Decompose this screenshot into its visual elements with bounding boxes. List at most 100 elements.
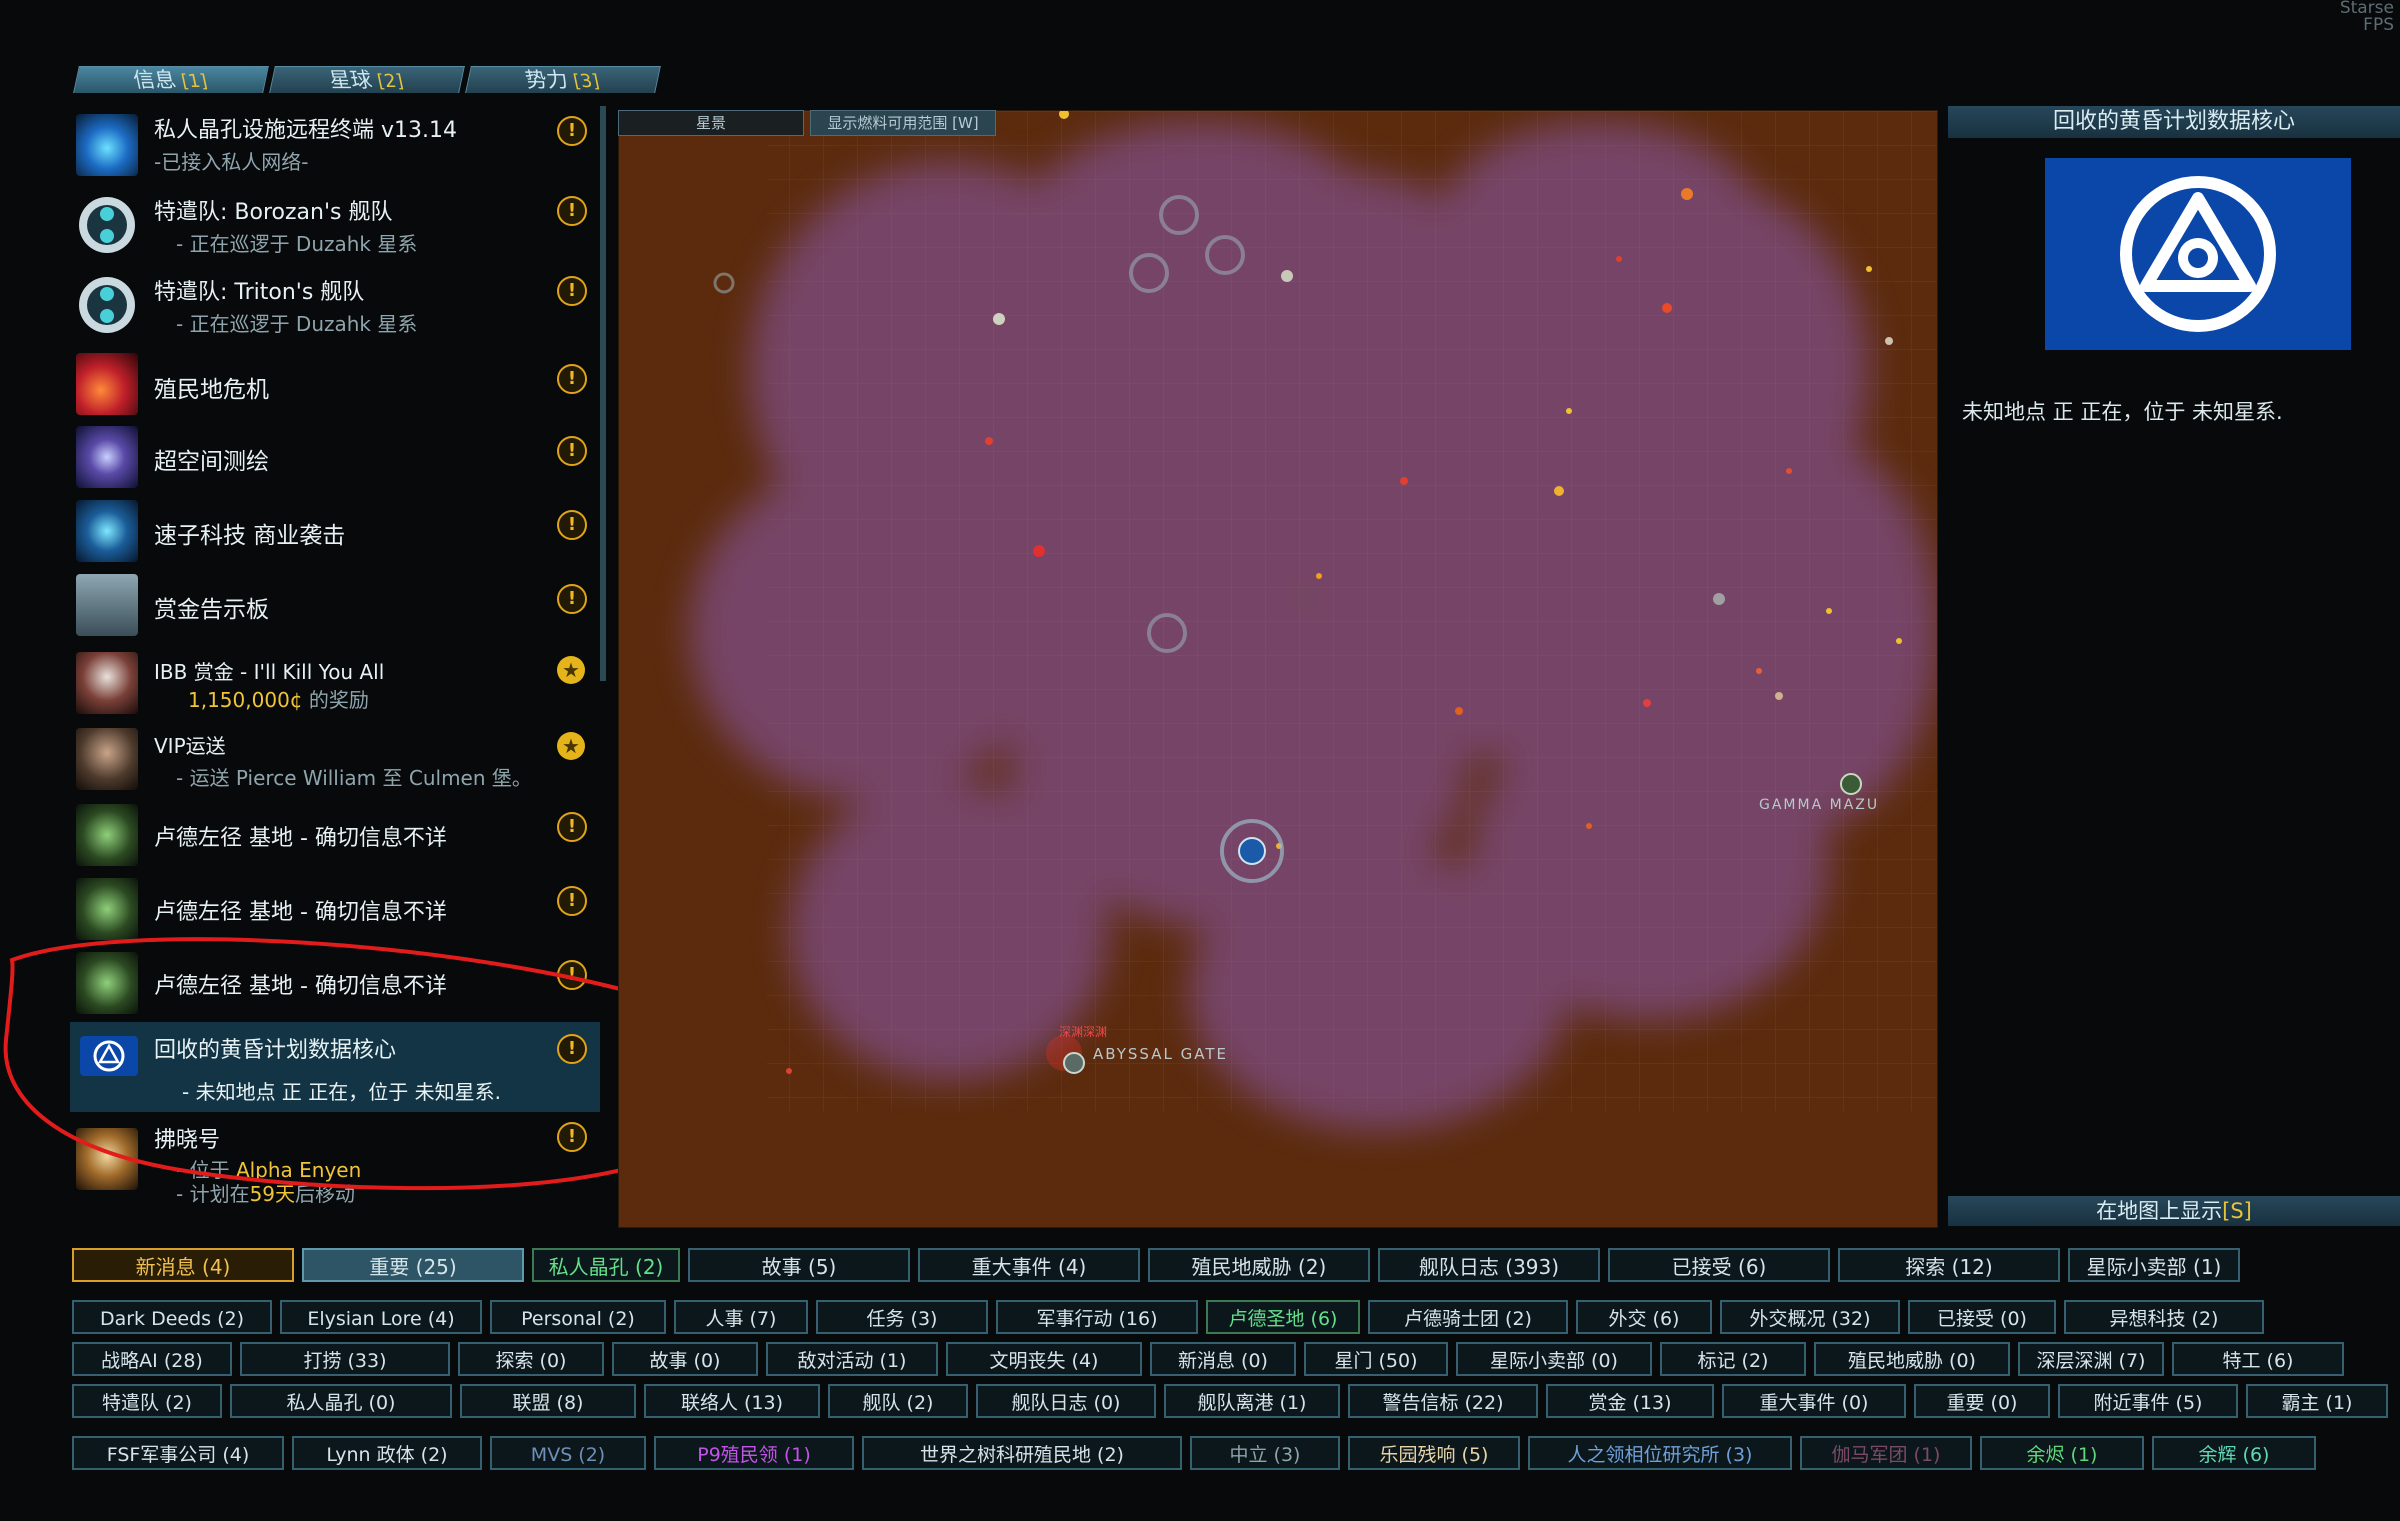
task-force-icon: [76, 194, 138, 256]
bounty-amount: 1,150,000¢: [188, 688, 303, 712]
tachyon-raid-icon: [76, 500, 138, 562]
intel-item[interactable]: 赏金告示板 !: [70, 570, 600, 642]
filter-important-2[interactable]: 重要 (0): [1914, 1384, 2050, 1418]
filter-knights-of-ludd[interactable]: 卢德骑士团 (2): [1368, 1300, 1568, 1334]
filter-shop[interactable]: 星际小卖部 (1): [2068, 1248, 2240, 1282]
filter-fleet-departure[interactable]: 舰队离港 (1): [1164, 1384, 1340, 1418]
filter-personal[interactable]: Personal (2): [490, 1300, 666, 1334]
filter-whimsy-tech[interactable]: 异想科技 (2): [2064, 1300, 2264, 1334]
filter-shop-2[interactable]: 星际小卖部 (0): [1456, 1342, 1652, 1376]
intel-item[interactable]: 超空间测绘 !: [70, 422, 600, 494]
filter-hegemony[interactable]: 霸主 (1): [2246, 1384, 2388, 1418]
filter-faction-afterglow[interactable]: 余辉 (6): [2152, 1436, 2316, 1470]
filter-colony-threat-2[interactable]: 殖民地威胁 (0): [1814, 1342, 2010, 1376]
filter-stargate[interactable]: 星门 (50): [1304, 1342, 1448, 1376]
filter-exploration-2[interactable]: 探索 (0): [458, 1342, 604, 1376]
intel-item-title: 卢德左径 基地 - 确切信息不详: [154, 900, 447, 925]
show-on-map-label: 在地图上显示: [2096, 1199, 2223, 1223]
filter-fleet-log-2[interactable]: 舰队日志 (0): [976, 1384, 1156, 1418]
filter-agents[interactable]: 特工 (6): [2172, 1342, 2344, 1376]
intel-item-sub: - 运送 Pierce William 至 Culmen 堡。: [176, 766, 532, 790]
filter-major-events-2[interactable]: 重大事件 (0): [1722, 1384, 1906, 1418]
filter-luddic-shrine[interactable]: 卢德圣地 (6): [1206, 1300, 1360, 1334]
filter-faction-p9[interactable]: P9殖民领 (1): [654, 1436, 854, 1470]
important-icon: !: [557, 436, 587, 466]
filter-bounty[interactable]: 赏金 (13): [1546, 1384, 1714, 1418]
intel-item[interactable]: 速子科技 商业袭击 !: [70, 496, 600, 568]
filter-military-ops[interactable]: 军事行动 (16): [996, 1300, 1198, 1334]
intel-item[interactable]: 私人晶孔设施远程终端 v13.14 -已接入私人网络- !: [70, 106, 600, 182]
filter-diplomacy[interactable]: 外交 (6): [1576, 1300, 1712, 1334]
tab-planets[interactable]: 星球[2]: [269, 66, 465, 93]
filter-elysian-lore[interactable]: Elysian Lore (4): [280, 1300, 482, 1334]
filter-salvage[interactable]: 打捞 (33): [240, 1342, 450, 1376]
luddic-base-icon: [76, 804, 138, 866]
filter-hostile-activity[interactable]: 敌对活动 (1): [766, 1342, 938, 1376]
map-canvas: [689, 111, 1937, 1131]
tab-factions-label: 势力: [523, 68, 571, 92]
filter-private-gate-2[interactable]: 私人晶孔 (0): [230, 1384, 452, 1418]
filter-deep-abyss[interactable]: 深层深渊 (7): [2018, 1342, 2164, 1376]
intel-item-sub: - 正在巡逻于 Duzahk 星系: [176, 232, 418, 256]
intel-item[interactable]: VIP运送 - 运送 Pierce William 至 Culmen 堡。 ★: [70, 720, 600, 798]
filter-fleets[interactable]: 舰队 (2): [828, 1384, 968, 1418]
intel-item[interactable]: IBB 赏金 - I'll Kill You All 1,150,000¢ 的奖…: [70, 644, 600, 722]
tab-intel[interactable]: 信息[1]: [73, 66, 269, 93]
tab-factions-hotkey: [3]: [571, 71, 602, 92]
show-on-map-button[interactable]: 在地图上显示[S]: [1948, 1196, 2400, 1226]
filter-faction-worldtree[interactable]: 世界之树科研殖民地 (2): [862, 1436, 1182, 1470]
star-icon: ★: [557, 656, 585, 684]
filter-nearby-events[interactable]: 附近事件 (5): [2058, 1384, 2238, 1418]
filter-personnel[interactable]: 人事 (7): [674, 1300, 808, 1334]
intel-item-title: 特遣队: Triton's 舰队: [154, 280, 365, 305]
filter-faction-neutral[interactable]: 中立 (3): [1190, 1436, 1340, 1470]
abyssal-gate-icon: [1063, 1052, 1085, 1074]
abyssal-gate-label[interactable]: ABYSSAL GATE: [1093, 1045, 1228, 1063]
gamma-mazu-label[interactable]: GAMMA MAZU: [1759, 797, 1879, 813]
filter-accepted[interactable]: 已接受 (6): [1608, 1248, 1830, 1282]
filter-important[interactable]: 重要 (25): [302, 1248, 524, 1282]
map-tab-fuel-range[interactable]: 显示燃料可用范围 [W]: [810, 110, 996, 136]
filter-dark-deeds[interactable]: Dark Deeds (2): [72, 1300, 272, 1334]
intel-item-title: 超空间测绘: [154, 449, 269, 475]
filter-area: 新消息 (4) 重要 (25) 私人晶孔 (2) 故事 (5) 重大事件 (4)…: [70, 1248, 2400, 1508]
filter-faction-lynn[interactable]: Lynn 政体 (2): [292, 1436, 482, 1470]
filter-task-force[interactable]: 特遣队 (2): [72, 1384, 222, 1418]
filter-strategic-ai[interactable]: 战略AI (28): [72, 1342, 232, 1376]
list-scrollbar[interactable]: [600, 106, 606, 681]
bounty-board-icon: [76, 574, 138, 636]
filter-markers[interactable]: 标记 (2): [1660, 1342, 1806, 1376]
filter-colony-threat[interactable]: 殖民地威胁 (2): [1148, 1248, 1370, 1282]
intel-item[interactable]: 殖民地危机 !: [70, 348, 600, 420]
filter-faction-gamma-legion[interactable]: 伽马军团 (1): [1800, 1436, 1972, 1470]
filter-faction-mvs[interactable]: MVS (2): [490, 1436, 646, 1470]
filter-warning-beacon[interactable]: 警告信标 (22): [1348, 1384, 1538, 1418]
star-map[interactable]: 深渊深渊 ABYSSAL GATE GAMMA MAZU: [618, 110, 1938, 1228]
filter-faction-embers[interactable]: 余烬 (1): [1980, 1436, 2144, 1470]
tab-factions[interactable]: 势力[3]: [465, 66, 661, 93]
filter-contacts[interactable]: 联络人 (13): [644, 1384, 820, 1418]
filter-faction-fsf[interactable]: FSF军事公司 (4): [72, 1436, 284, 1470]
filter-new-messages[interactable]: 新消息 (4): [72, 1248, 294, 1282]
filter-private-gate[interactable]: 私人晶孔 (2): [532, 1248, 680, 1282]
intel-item[interactable]: 特遣队: Triton's 舰队 - 正在巡逻于 Duzahk 星系 !: [70, 266, 600, 344]
filter-accepted-2[interactable]: 已接受 (0): [1908, 1300, 2056, 1334]
filter-story-2[interactable]: 故事 (0): [612, 1342, 758, 1376]
hyperspace-icon: [76, 426, 138, 488]
filter-exploration[interactable]: 探索 (12): [1838, 1248, 2060, 1282]
filter-fleet-log[interactable]: 舰队日志 (393): [1378, 1248, 1600, 1282]
intel-item[interactable]: 卢德左径 基地 - 确切信息不详 !: [70, 798, 600, 870]
filter-civ-lost[interactable]: 文明丧失 (4): [946, 1342, 1142, 1376]
filter-diplomacy-overview[interactable]: 外交概况 (32): [1720, 1300, 1900, 1334]
filter-missions[interactable]: 任务 (3): [816, 1300, 988, 1334]
intel-item[interactable]: 特遣队: Borozan's 舰队 - 正在巡逻于 Duzahk 星系 !: [70, 186, 600, 264]
filter-story[interactable]: 故事 (5): [688, 1248, 910, 1282]
filter-alliance[interactable]: 联盟 (8): [460, 1384, 636, 1418]
filter-major-events[interactable]: 重大事件 (4): [918, 1248, 1140, 1282]
intel-item-title: IBB 赏金 - I'll Kill You All: [154, 660, 385, 684]
filter-faction-paradise[interactable]: 乐园残响 (5): [1348, 1436, 1520, 1470]
important-icon: !: [557, 584, 587, 614]
filter-new-messages-2[interactable]: 新消息 (0): [1150, 1342, 1296, 1376]
filter-faction-phase-institute[interactable]: 人之领相位研究所 (3): [1528, 1436, 1792, 1470]
map-tab-starscape[interactable]: 星景: [618, 110, 804, 136]
